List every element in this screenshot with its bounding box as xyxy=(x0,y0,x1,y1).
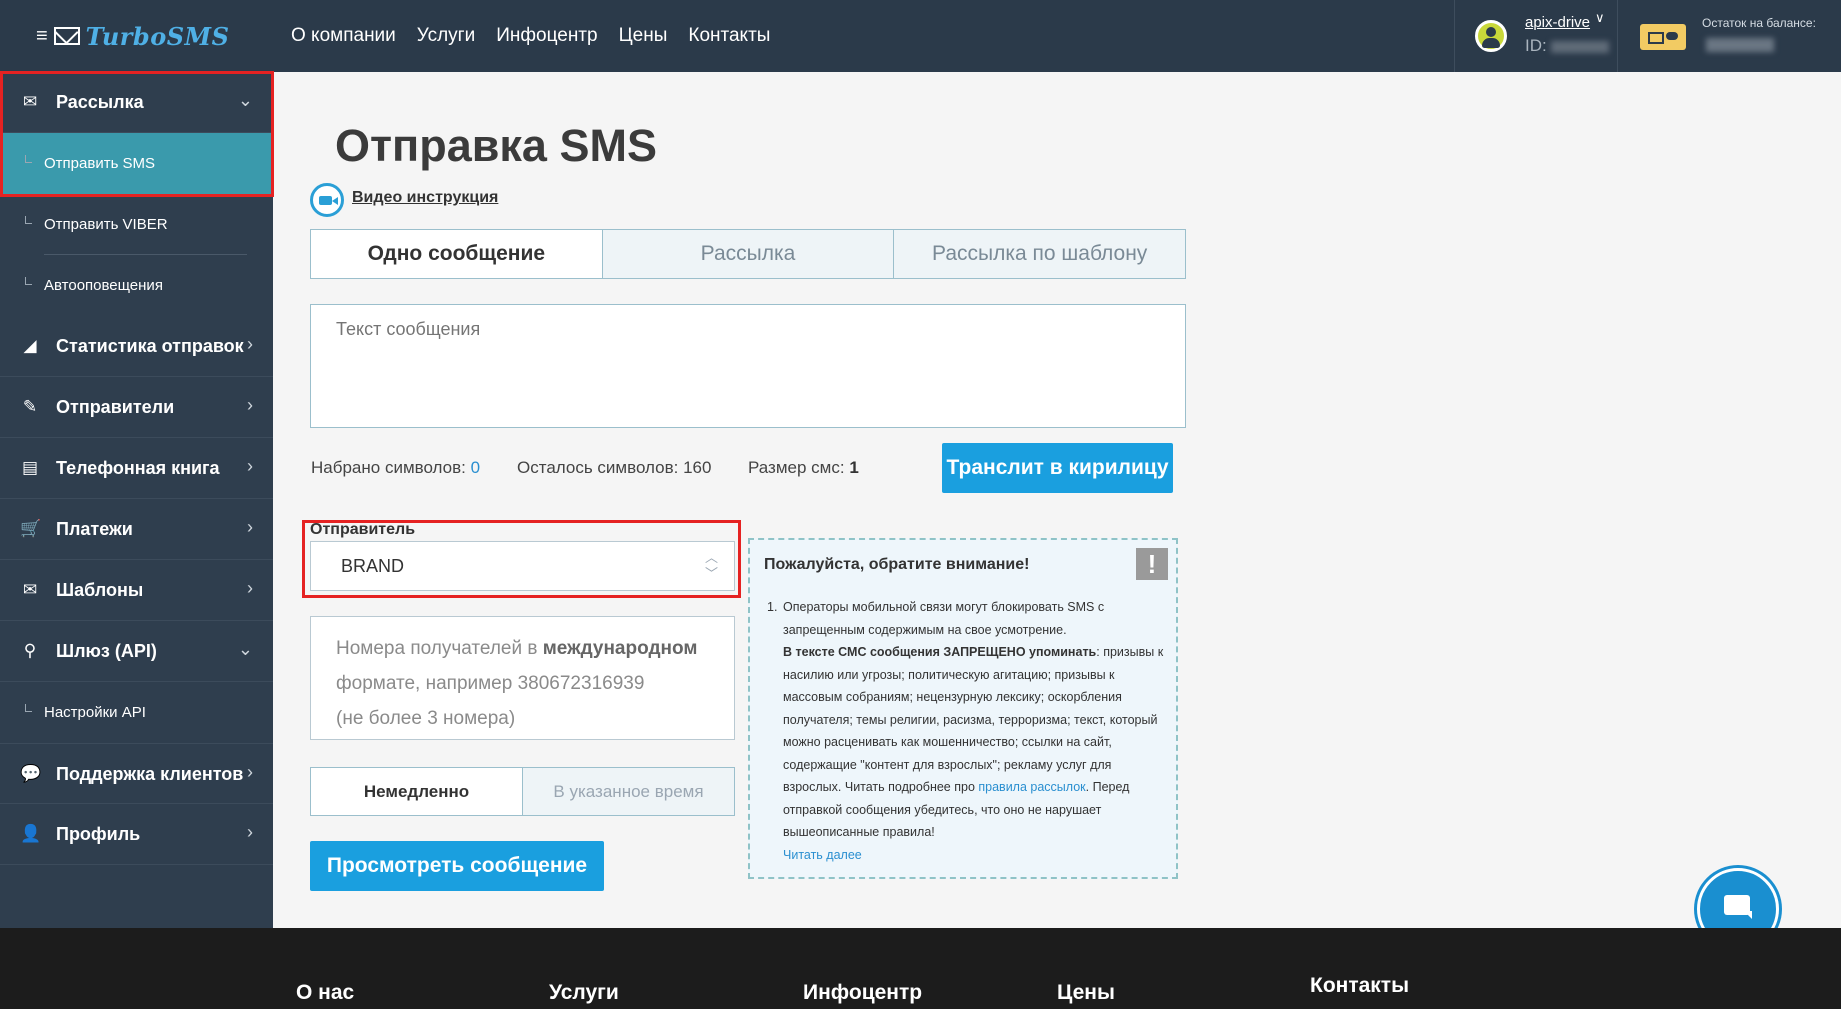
read-more-link[interactable]: Читать далее xyxy=(783,848,862,862)
video-instruction-link[interactable]: Видео инструкция xyxy=(352,189,498,207)
sms-size-value: 1 xyxy=(849,458,859,477)
remaining-chars-value: 160 xyxy=(683,458,712,477)
footer-infocenter[interactable]: Инфоцентр xyxy=(803,981,922,1005)
tree-branch-icon xyxy=(25,277,32,285)
user-icon: 👤 xyxy=(20,824,42,843)
highlight-box-sidebar xyxy=(0,71,274,197)
preview-message-button[interactable]: Просмотреть сообщение xyxy=(310,841,604,891)
sidebar-item-label: Отправители xyxy=(56,397,175,417)
sidebar-item-label: Статистика отправок xyxy=(56,336,244,356)
chart-icon: ◢ xyxy=(23,336,37,355)
chat-icon: 💬 xyxy=(20,764,42,783)
sidebar-item-senders[interactable]: ✎ Отправители › xyxy=(0,377,273,438)
footer-about[interactable]: О нас xyxy=(296,981,354,1005)
nav-about[interactable]: О компании xyxy=(291,25,396,47)
timing-now[interactable]: Немедленно xyxy=(311,768,523,815)
notice-title: Пожалуйста, обратите внимание! xyxy=(764,556,1030,573)
phonebook-icon: ▤ xyxy=(21,458,39,477)
nav-contacts[interactable]: Контакты xyxy=(688,25,770,47)
sidebar-item-label: Поддержка клиентов xyxy=(56,764,244,784)
cart-icon: 🛒 xyxy=(20,519,42,538)
chevron-right-icon: › xyxy=(247,456,253,476)
sidebar-item-support[interactable]: 💬 Поддержка клиентов › xyxy=(0,743,273,804)
sidebar-subitem-api-settings[interactable]: Настройки API xyxy=(0,682,273,743)
warning-notice: Пожалуйста, обратите внимание! ! 1. Опер… xyxy=(748,538,1178,879)
highlight-box-sender xyxy=(302,520,741,598)
sidebar-item-label: Шлюз (API) xyxy=(56,641,157,661)
blurred-id xyxy=(1550,40,1609,53)
nav-prices[interactable]: Цены xyxy=(619,25,668,47)
top-nav: О компании Услуги Инфоцентр Цены Контакт… xyxy=(291,0,791,72)
blurred-balance xyxy=(1706,37,1774,52)
tree-branch-icon xyxy=(25,216,32,224)
mailing-rules-link[interactable]: правила рассылок xyxy=(978,780,1085,794)
network-icon: ⚲ xyxy=(23,641,37,660)
footer-contacts[interactable]: Контакты xyxy=(1310,974,1409,998)
page-title: Отправка SMS xyxy=(335,120,657,171)
sidebar-item-statistics[interactable]: ◢ Статистика отправок › xyxy=(0,316,273,377)
tab-template-mailing[interactable]: Рассылка по шаблону xyxy=(894,230,1185,278)
sidebar-item-profile[interactable]: 👤 Профиль › xyxy=(0,804,273,865)
user-avatar-icon xyxy=(1475,20,1507,52)
logo-text: TurboSMS xyxy=(85,21,230,51)
feather-icon: ✎ xyxy=(22,397,38,416)
sidebar-item-payments[interactable]: 🛒 Платежи › xyxy=(0,499,273,560)
chevron-right-icon: › xyxy=(247,762,253,782)
balance-label: Остаток на балансе: xyxy=(1702,16,1816,30)
sidebar-item-label: Телефонная книга xyxy=(56,458,220,478)
send-timing-toggle: Немедленно В указанное время xyxy=(310,767,735,816)
sidebar-item-api-gateway[interactable]: ⚲ Шлюз (API) ⌄ xyxy=(0,621,273,682)
top-bar: ≡ TurboSMS О компании Услуги Инфоцентр Ц… xyxy=(0,0,1841,72)
send-mode-tabs: Одно сообщение Рассылка Рассылка по шабл… xyxy=(310,229,1186,279)
footer: О нас Услуги Инфоцентр Цены Контакты xyxy=(0,928,1841,1009)
chevron-down-icon: ⌄ xyxy=(237,639,253,659)
logo[interactable]: ≡ TurboSMS xyxy=(36,20,229,52)
chevron-right-icon: › xyxy=(247,334,253,354)
typed-chars-stat: Набрано символов: 0 xyxy=(311,458,481,477)
sidebar-item-label: Отправить VIBER xyxy=(44,216,168,233)
chevron-right-icon: › xyxy=(247,578,253,598)
user-name[interactable]: apix-drive xyxy=(1525,14,1590,31)
alert-exclamation-icon: ! xyxy=(1136,548,1168,580)
balance-value xyxy=(1702,36,1774,54)
sidebar-subitem-send-viber[interactable]: Отправить VIBER xyxy=(0,194,273,255)
logo-envelope-icon xyxy=(53,27,80,45)
user-menu[interactable]: apix-drive ∨ ID: xyxy=(1454,0,1618,72)
tab-mailing[interactable]: Рассылка xyxy=(603,230,895,278)
translit-button[interactable]: Транслит в кирилицу xyxy=(942,443,1173,493)
menu-lines-icon: ≡ xyxy=(36,25,48,47)
message-text-input[interactable] xyxy=(310,304,1186,428)
sidebar-item-label: Автооповещения xyxy=(44,277,163,294)
nav-services[interactable]: Услуги xyxy=(417,25,475,47)
chevron-right-icon: › xyxy=(247,822,253,842)
footer-services[interactable]: Услуги xyxy=(549,981,619,1005)
sidebar-item-templates[interactable]: ✉ Шаблоны › xyxy=(0,560,273,621)
tree-branch-icon xyxy=(25,704,32,712)
template-envelope-icon: ✉ xyxy=(22,580,38,599)
chevron-right-icon: › xyxy=(247,395,253,415)
sidebar-item-label: Настройки API xyxy=(44,704,146,721)
sidebar-item-label: Платежи xyxy=(56,519,133,539)
sidebar-item-phonebook[interactable]: ▤ Телефонная книга › xyxy=(0,438,273,499)
recipients-input[interactable]: Номера получателей в международном форма… xyxy=(310,616,735,740)
timing-scheduled[interactable]: В указанное время xyxy=(523,768,734,815)
typed-chars-value: 0 xyxy=(470,458,481,477)
remaining-chars-stat: Осталось символов: 160 xyxy=(517,458,712,477)
chevron-down-icon[interactable]: ∨ xyxy=(1595,10,1605,26)
sidebar-item-label: Шаблоны xyxy=(56,580,144,600)
wallet-card-icon xyxy=(1640,24,1686,50)
sidebar: ✉ Рассылка ⌄ Отправить SMS Отправить VIB… xyxy=(0,72,273,928)
nav-infocenter[interactable]: Инфоцентр xyxy=(496,25,597,47)
sms-size-stat: Размер смс: 1 xyxy=(748,458,859,477)
video-camera-icon[interactable] xyxy=(310,183,344,217)
footer-prices[interactable]: Цены xyxy=(1057,981,1115,1005)
sidebar-item-label: Профиль xyxy=(56,824,141,844)
tab-single-message[interactable]: Одно сообщение xyxy=(311,230,603,278)
notice-body: 1. Операторы мобильной связи могут блоки… xyxy=(767,600,1164,862)
chevron-right-icon: › xyxy=(247,517,253,537)
user-id: ID: xyxy=(1525,36,1609,56)
sidebar-subitem-autonotify[interactable]: Автооповещения xyxy=(0,255,273,316)
